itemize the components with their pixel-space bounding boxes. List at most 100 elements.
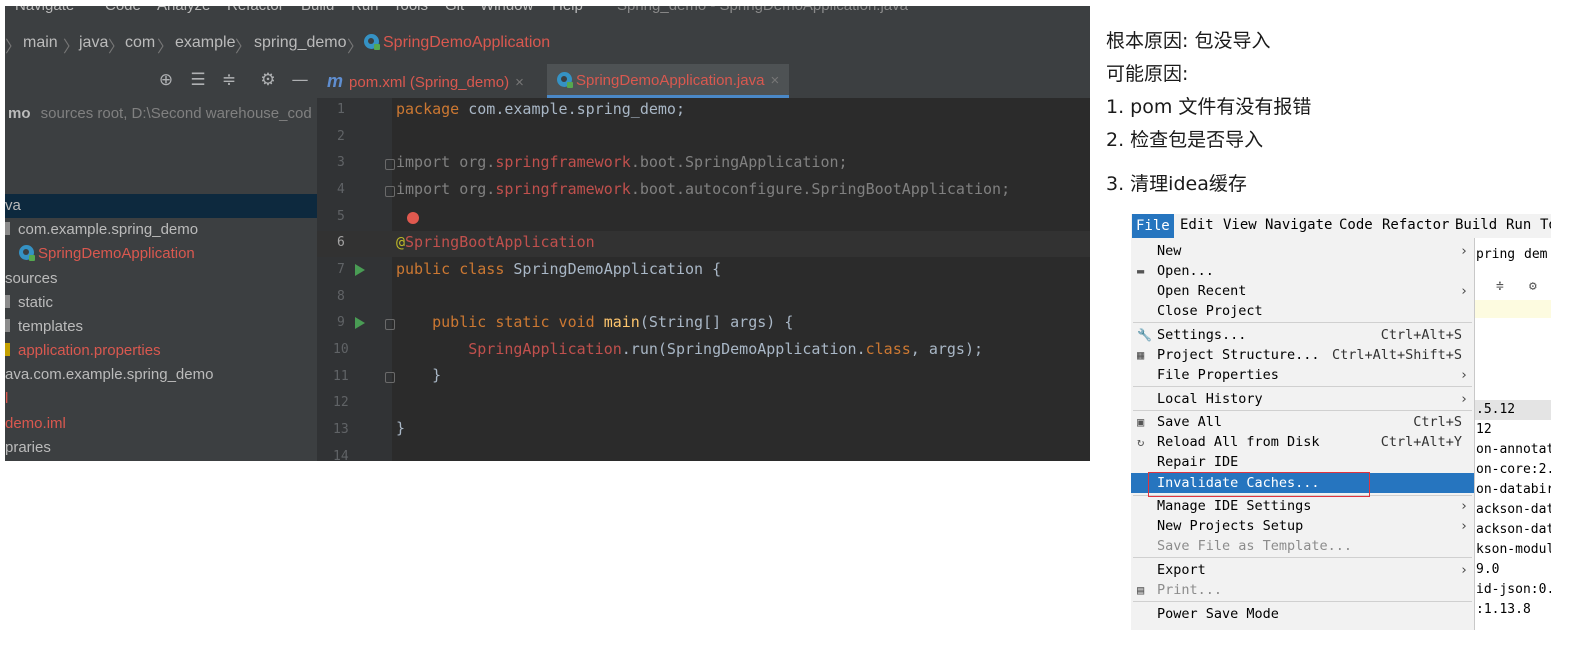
menu-item-settings[interactable]: 🔧 Settings... Ctrl+Alt+S (1131, 325, 1474, 345)
menu-item-export[interactable]: Export › (1131, 560, 1474, 580)
menu-item-repair-ide[interactable]: Repair IDE (1131, 452, 1474, 472)
menu-item-new-projects-setup[interactable]: New Projects Setup › (1131, 516, 1474, 536)
breadcrumb-example[interactable]: example (175, 34, 235, 52)
breadcrumb-java[interactable]: java (79, 34, 108, 52)
tree-item-java[interactable]: va (5, 194, 317, 218)
code-line-4: import org.springframework.boot.autoconf… (396, 180, 1010, 198)
fold-icon[interactable] (385, 319, 395, 330)
fold-icon[interactable] (385, 186, 395, 197)
folder-icon (5, 295, 10, 308)
gear-icon[interactable]: ⚙ (257, 69, 279, 91)
menu-item-file-properties[interactable]: File Properties › (1131, 365, 1474, 385)
chevron-right-icon: 〉 (347, 39, 364, 56)
menu-item-reload-all[interactable]: ↻ Reload All from Disk Ctrl+Alt+Y (1131, 432, 1474, 452)
code-token: public static void (396, 313, 595, 331)
tree-item-libraries[interactable]: praries (5, 436, 317, 460)
menu-edit[interactable]: Edit (1180, 217, 1214, 233)
menu-item-close-project[interactable]: Close Project (1131, 301, 1474, 321)
close-icon[interactable]: × (515, 74, 524, 91)
window-title: Spring_demo - SpringDemoApplication.java (617, 6, 908, 14)
menu-analyze[interactable]: Analyze (157, 6, 210, 14)
menu-window[interactable]: Window (480, 6, 533, 14)
menu-item-project-structure[interactable]: ▦ Project Structure... Ctrl+Alt+Shift+S (1131, 345, 1474, 365)
line-number: 1 (337, 102, 345, 117)
tree-item-package[interactable]: com.example.spring_demo (5, 218, 317, 242)
breadcrumb-class[interactable]: SpringDemoApplication (364, 34, 550, 52)
menu-code[interactable]: Code (105, 6, 141, 14)
line-number: 14 (333, 449, 349, 461)
file-menu-screenshot: pring dem ≑ ⚙ .5.12 12 on-annotat on-cor… (1131, 214, 1551, 630)
tab-springdemoapplication[interactable]: SpringDemoApplication.java × (547, 64, 790, 98)
menu-item-label: New (1157, 243, 1182, 259)
menu-item-open[interactable]: ▬ Open... (1131, 261, 1474, 281)
menu-git[interactable]: Git (445, 6, 464, 14)
menu-run[interactable]: Run (351, 6, 379, 14)
menu-navigate[interactable]: Navigate (15, 6, 74, 14)
tab-pom-xml[interactable]: m pom.xml (Spring_demo) × (327, 64, 524, 98)
tree-item-file[interactable]: l (5, 387, 317, 411)
menu-item-save-as-template[interactable]: Save File as Template... (1131, 536, 1474, 556)
menu-item-shortcut: Ctrl+Alt+S (1380, 327, 1462, 343)
tree-item-properties[interactable]: application.properties (5, 339, 317, 363)
tree-item-templates[interactable]: templates (5, 315, 317, 339)
menu-refactor[interactable]: Refactor (1382, 217, 1449, 233)
menu-build[interactable]: Build (1455, 217, 1497, 233)
tree-item-class[interactable]: SpringDemoApplication (19, 242, 331, 266)
breadcrumb-spring-demo[interactable]: spring_demo (254, 34, 347, 52)
menu-separator (1133, 322, 1472, 323)
expand-all-icon[interactable]: ☰ (187, 69, 209, 91)
menu-item-local-history[interactable]: Local History › (1131, 389, 1474, 409)
menu-build[interactable]: Build (301, 6, 334, 14)
menu-item-manage-ide-settings[interactable]: Manage IDE Settings › (1131, 496, 1474, 516)
save-icon: ▣ (1137, 415, 1145, 429)
code-token: (String[] args) { (639, 313, 794, 331)
collapse-all-icon[interactable]: ≑ (218, 69, 240, 91)
bg-text: on-core:2. (1476, 462, 1551, 477)
run-icon[interactable] (355, 264, 365, 276)
code-line-7: public class SpringDemoApplication { (396, 260, 721, 278)
tree-item-iml[interactable]: demo.iml (5, 412, 317, 436)
chevron-right-icon: › (1459, 283, 1468, 299)
fold-icon[interactable] (385, 159, 395, 170)
tree-item-label: va (5, 197, 21, 214)
breadcrumb-main[interactable]: main (23, 34, 58, 52)
menu-code[interactable]: Code (1339, 217, 1373, 233)
menu-tools[interactable]: To (1540, 217, 1551, 233)
project-toolbar: ⊕ ☰ ≑ ⚙ — (5, 64, 317, 99)
menu-item-label: Power Save Mode (1157, 606, 1279, 622)
bg-text: 9.0 (1476, 562, 1500, 577)
menu-help[interactable]: Help (552, 6, 583, 14)
code-line-1: package com.example.spring_demo; (396, 100, 685, 118)
breadcrumb-com[interactable]: com (125, 34, 155, 52)
menu-item-label: File Properties (1157, 367, 1279, 383)
fold-icon[interactable] (385, 372, 395, 383)
menu-navigate[interactable]: Navigate (1265, 217, 1332, 233)
lightbulb-error-icon[interactable] (407, 212, 419, 224)
minimize-icon[interactable]: — (289, 69, 311, 91)
menu-run[interactable]: Run (1506, 217, 1531, 233)
menu-item-print[interactable]: ▤ Print... (1131, 580, 1474, 600)
menu-refactor[interactable]: Refactor (227, 6, 284, 14)
menu-item-label: Manage IDE Settings (1157, 498, 1312, 514)
tree-item-resources[interactable]: sources (5, 267, 317, 291)
tree-item-static[interactable]: static (5, 291, 317, 315)
menu-item-label: Project Structure... (1157, 347, 1320, 363)
menu-item-save-all[interactable]: ▣ Save All Ctrl+S (1131, 412, 1474, 432)
tree-item-test-package[interactable]: ava.com.example.spring_demo (5, 363, 317, 387)
menu-file[interactable]: File (1132, 214, 1174, 238)
project-root-row[interactable]: mo sources root, D:\Second warehouse_cod (5, 102, 317, 126)
menu-item-new[interactable]: New › (1131, 241, 1474, 261)
tree-item-label: ava.com.example.spring_demo (5, 366, 214, 383)
close-icon[interactable]: × (770, 72, 779, 89)
menu-tools[interactable]: Tools (393, 6, 428, 14)
chevron-right-icon: › (1459, 518, 1468, 534)
menu-item-open-recent[interactable]: Open Recent › (1131, 281, 1474, 301)
menu-view[interactable]: View (1223, 217, 1257, 233)
project-panel: mo sources root, D:\Second warehouse_cod… (5, 98, 317, 461)
code-token: com.example.spring_demo; (459, 100, 685, 118)
note-step-3: 3. 清理idea缓存 (1106, 173, 1247, 195)
menu-item-power-save-mode[interactable]: Power Save Mode (1131, 604, 1474, 624)
run-icon[interactable] (355, 317, 365, 329)
bg-text: on-annotat (1476, 442, 1551, 457)
locate-icon[interactable]: ⊕ (155, 69, 177, 91)
